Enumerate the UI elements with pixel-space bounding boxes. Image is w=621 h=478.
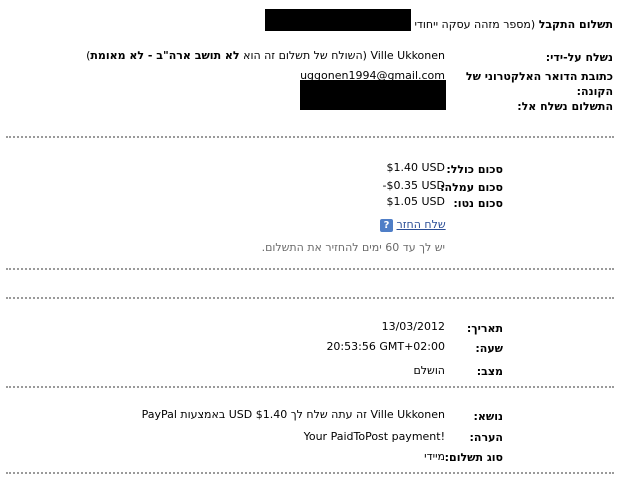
- section-separator-2: [6, 268, 614, 270]
- section-separator-1: [6, 136, 614, 138]
- redaction-block-recipient: [300, 80, 446, 110]
- page-title: תשלום התקבל: [538, 18, 613, 31]
- header-title-row: תשלום התקבל (מספר מזהה עסקה ייחודי: [414, 18, 613, 31]
- help-icon[interactable]: ?: [380, 219, 393, 232]
- time-value: 20:53:56 GMT+02:00: [326, 340, 445, 353]
- sender-verification-status: לא תושב ארה"ב - לא מאומת: [90, 49, 240, 62]
- total-amount-value: $1.40 USD: [386, 161, 446, 174]
- total-amount-label: סכום כולל:: [446, 163, 503, 176]
- fee-amount-value: -$0.35 USD: [382, 179, 445, 192]
- section-separator-3: [6, 297, 614, 299]
- sent-by-label: נשלח על-ידי:: [545, 51, 613, 64]
- sender-note-prefix: (השולח של תשלום זה הוא: [239, 49, 367, 62]
- transaction-id-note: (מספר מזהה עסקה ייחודי: [414, 18, 536, 31]
- section-separator-5: [6, 472, 614, 474]
- buyer-email-label: כתובת הדואר האלקטרוני של: [465, 70, 613, 83]
- refund-row: ? שלח החזר: [380, 218, 446, 232]
- net-amount-value: $1.05 USD: [386, 195, 446, 208]
- send-refund-link[interactable]: שלח החזר: [397, 218, 446, 231]
- buyer-email-label-2: הקונה:: [576, 85, 613, 98]
- payment-type-value: מיידי: [424, 450, 445, 463]
- time-label: שעה:: [475, 342, 503, 355]
- subject-value: Ville Ukkonen זה עתה שלח לך $1.40 USD בא…: [141, 408, 445, 421]
- status-label: מצב:: [476, 365, 503, 378]
- note-value: Your PaidToPost payment!: [303, 430, 445, 443]
- status-value: הושלם: [413, 364, 445, 377]
- subject-label: נושא:: [473, 410, 503, 423]
- payment-type-label: סוג תשלום:: [444, 451, 503, 464]
- sender-info: Ville Ukkonen (השולח של תשלום זה הוא לא …: [86, 49, 445, 62]
- net-amount-label: סכום נטו:: [453, 197, 503, 210]
- refund-note: יש לך עד 60 ימים להחזיר את התשלום.: [261, 241, 445, 254]
- note-label: הערה:: [469, 431, 503, 444]
- fee-amount-label: סכום עמלה:: [440, 181, 503, 194]
- section-separator-4: [6, 386, 614, 388]
- date-label: תאריך:: [466, 322, 503, 335]
- sent-to-label: התשלום נשלח אל:: [517, 100, 613, 113]
- redaction-block-header: [265, 9, 411, 31]
- date-value: 13/03/2012: [381, 320, 445, 333]
- sender-name: Ville Ukkonen: [370, 49, 445, 62]
